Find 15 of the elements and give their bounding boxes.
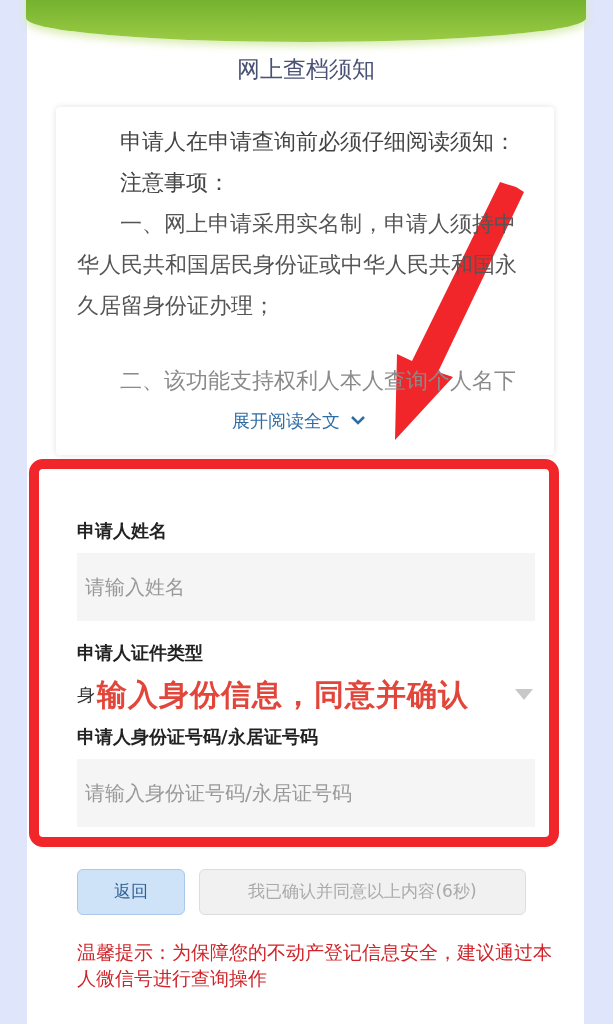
input-field[interactable]: 请输入姓名 — [77, 552, 535, 621]
warning-text: 温馨提示：为保障您的不动产登记信息安全，建议通过本人微信号进行查询操作 — [77, 939, 553, 991]
input-field[interactable]: 请输入身份证号码/永居证号码 — [77, 758, 535, 827]
chevron-down-icon — [350, 415, 366, 425]
page-title: 网上查档须知 — [236, 55, 375, 84]
field-label: 申请人证件类型 — [77, 640, 204, 665]
select-value[interactable]: 身 — [77, 681, 95, 708]
notice-paragraph: 注意事项： — [119, 168, 231, 197]
notice-paragraph: 申请人在申请查询前必须仔细阅读须知： — [119, 127, 517, 156]
expand-link[interactable]: 展开阅读全文 — [232, 406, 366, 434]
field-label: 申请人身份证号码/永居证号码 — [77, 724, 319, 749]
field-label: 申请人姓名 — [77, 518, 168, 543]
back-button[interactable]: 返回 — [77, 868, 185, 915]
dropdown-triangle-icon[interactable] — [515, 689, 533, 700]
annotation-text: 输入身份信息，同意并确认 — [97, 676, 469, 714]
